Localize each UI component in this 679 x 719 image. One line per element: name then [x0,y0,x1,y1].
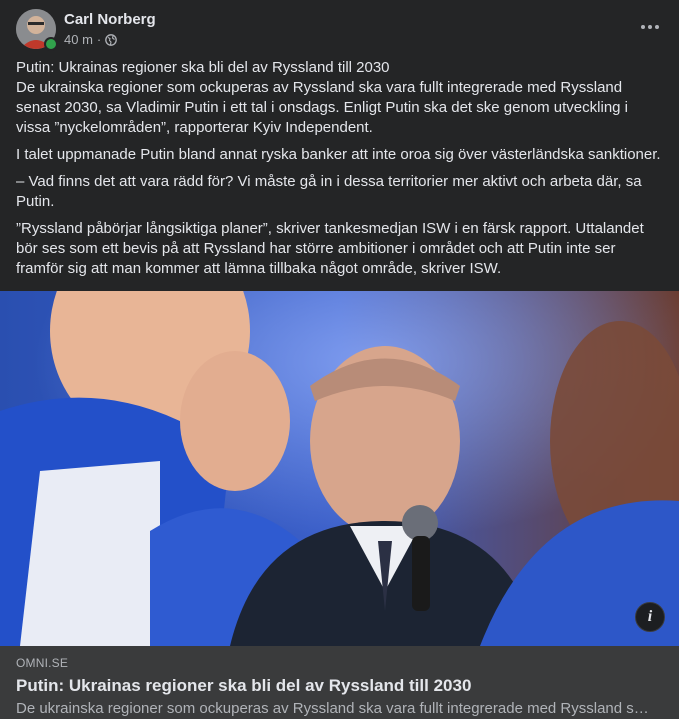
info-button[interactable]: i [635,602,665,632]
link-preview[interactable]: OMNI.SE Putin: Ukrainas regioner ska bli… [0,646,679,719]
more-options-icon [641,25,659,29]
post-paragraph-3: – Vad finns det att vara rädd för? Vi må… [16,173,642,210]
post-image[interactable]: i [0,291,679,646]
post-body: Putin: Ukrainas regioner ska bli del av … [16,58,666,286]
post-paragraph-2: I talet uppmanade Putin bland annat rysk… [16,146,661,163]
link-description: De ukrainska regioner som ockuperas av R… [16,700,652,717]
online-status-dot [44,37,58,51]
globe-icon [105,33,118,46]
feed-post: Carl Norberg 40 m · Putin: Ukrainas regi… [0,0,679,719]
more-options-button[interactable] [632,9,668,45]
post-header: Carl Norberg 40 m · [16,9,668,51]
post-paragraph-1: Putin: Ukrainas regioner ska bli del av … [16,59,628,136]
post-meta: 40 m · [64,32,118,47]
link-domain: OMNI.SE [16,656,69,670]
post-time[interactable]: 40 m [64,32,93,47]
post-paragraph-4: ”Ryssland påbörjar långsiktiga planer”, … [16,220,644,277]
meta-separator: · [96,32,102,47]
link-title[interactable]: Putin: Ukrainas regioner ska bli del av … [16,676,666,696]
author-name[interactable]: Carl Norberg [64,11,156,28]
